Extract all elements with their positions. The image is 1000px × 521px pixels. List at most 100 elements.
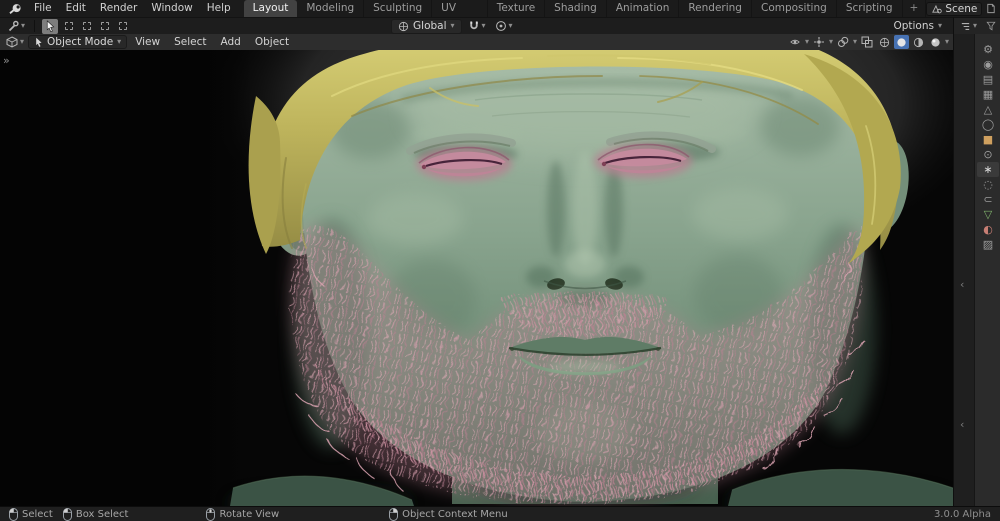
tab-view-layer-icon[interactable]: ▦ [977, 87, 999, 102]
blender-logo-icon[interactable] [4, 0, 27, 17]
chevron-down-icon: ▾ [973, 22, 977, 30]
outliner-tree-icon [960, 21, 971, 32]
workspace-tab-shading[interactable]: Shading [545, 0, 607, 17]
menu-edit[interactable]: Edit [59, 0, 93, 17]
select-box-tool-button[interactable] [42, 19, 58, 34]
viewport-header: ▾ Object Mode ▾ View Select Add Object ▾… [0, 34, 953, 50]
menu-add[interactable]: Add [215, 34, 247, 50]
panel-expand-arrow[interactable]: ‹ [960, 418, 964, 431]
middle-mouse-button-icon [206, 508, 215, 521]
tool-settings-bar: ▾ Global ▾ ▾ ▾ Options ▾ [0, 17, 953, 34]
tool-editor-type-button[interactable]: ▾ [5, 20, 27, 32]
right-panel: ‹ ‹ ⚙ ◉ ▤ ▦ △ ◯ ■ ⊙ ∗ ◌ ⊂ ▽ ◐ ▨ [953, 34, 1000, 506]
tab-material-icon[interactable]: ◐ [977, 222, 999, 237]
keymap-object-context-menu: Object Context Menu [389, 508, 508, 521]
shading-rendered-button[interactable] [928, 35, 943, 49]
left-mouse-button-icon [9, 508, 18, 521]
object-type-visibility-dropdown[interactable] [787, 35, 803, 49]
magnet-icon [468, 20, 480, 32]
workspace-tab-uv-editing[interactable]: UV Editing [432, 0, 488, 17]
tab-particles-icon[interactable]: ∗ [977, 162, 999, 177]
workspace-tab-modeling[interactable]: Modeling [297, 0, 364, 17]
new-scene-icon[interactable] [986, 3, 996, 14]
workspace-tab-texture-paint[interactable]: Texture Paint [488, 0, 545, 17]
show-overlays-toggle[interactable] [835, 35, 851, 49]
outliner-editor-type-button[interactable]: ▾ [958, 21, 979, 32]
toolbar-expand-arrow[interactable]: » [3, 54, 10, 67]
proportional-circle-icon [495, 20, 507, 32]
keymap-label: Box Select [76, 509, 129, 520]
workspace-tab-layout[interactable]: Layout [244, 0, 298, 17]
select-mode-new-icon[interactable] [61, 19, 76, 34]
workspace-tab-rendering[interactable]: Rendering [679, 0, 752, 17]
orientation-globe-icon [398, 21, 409, 32]
menu-object[interactable]: Object [249, 34, 295, 50]
scene-icon [931, 3, 942, 14]
tab-tool-icon[interactable]: ⚙ [977, 42, 999, 57]
select-mode-extend-icon[interactable] [79, 19, 94, 34]
tab-scene-icon[interactable]: △ [977, 102, 999, 117]
add-workspace-button[interactable]: + [903, 0, 927, 17]
mode-label: Object Mode [47, 36, 113, 48]
filter-icon[interactable] [986, 21, 996, 31]
menu-render[interactable]: Render [93, 0, 144, 17]
proportional-editing-toggle[interactable]: ▾ [492, 20, 516, 32]
3d-viewport-icon [6, 36, 18, 48]
shading-solid-button[interactable] [894, 35, 909, 49]
chevron-down-icon: ▾ [117, 38, 121, 46]
right-mouse-button-icon [389, 508, 398, 521]
show-gizmos-toggle[interactable] [811, 35, 827, 49]
outliner-strip[interactable]: ‹ ‹ [954, 34, 975, 506]
keymap-rotate-view: Rotate View [206, 508, 279, 521]
viewport-editor-type-button[interactable]: ▾ [4, 36, 26, 48]
left-mouse-button-icon [63, 508, 72, 521]
workspace-tabs: Layout Modeling Sculpting UV Editing Tex… [244, 0, 927, 17]
blender-window: File Edit Render Window Help Layout Mode… [0, 0, 1000, 521]
tab-output-icon[interactable]: ▤ [977, 72, 999, 87]
tab-constraints-icon[interactable]: ⊂ [977, 192, 999, 207]
workspace-tab-animation[interactable]: Animation [607, 0, 680, 17]
chevron-down-icon: ▾ [853, 38, 857, 46]
properties-tab-column: ⚙ ◉ ▤ ▦ △ ◯ ■ ⊙ ∗ ◌ ⊂ ▽ ◐ ▨ [975, 34, 1000, 506]
viewport-header-right: ▾ ▾ ▾ [787, 35, 949, 49]
menu-help[interactable]: Help [200, 0, 238, 17]
chevron-down-icon: ▾ [805, 38, 809, 46]
object-mode-icon [34, 37, 43, 47]
3d-viewport-canvas[interactable] [0, 34, 953, 506]
keymap-select: Select [9, 508, 53, 521]
scene-selector[interactable]: Scene [926, 2, 982, 16]
workspace-tab-compositing[interactable]: Compositing [752, 0, 837, 17]
tab-object-data-icon[interactable]: ▽ [977, 207, 999, 222]
menu-select[interactable]: Select [168, 34, 212, 50]
chevron-down-icon: ▾ [21, 22, 25, 30]
3d-viewport[interactable]: ▾ Object Mode ▾ View Select Add Object ▾… [0, 34, 953, 506]
tab-modifiers-icon[interactable]: ⊙ [977, 147, 999, 162]
keymap-label: Rotate View [219, 509, 279, 520]
options-dropdown[interactable]: Options ▾ [887, 20, 948, 32]
select-mode-intersect-icon[interactable] [115, 19, 130, 34]
tab-world-icon[interactable]: ◯ [977, 117, 999, 132]
tab-render-icon[interactable]: ◉ [977, 57, 999, 72]
workspace-tab-sculpting[interactable]: Sculpting [364, 0, 432, 17]
tab-object-icon[interactable]: ■ [977, 132, 999, 147]
transform-orientation-dropdown[interactable]: Global ▾ [391, 19, 462, 34]
menu-window[interactable]: Window [144, 0, 199, 17]
options-label: Options [893, 20, 934, 32]
menu-file[interactable]: File [27, 0, 59, 17]
shading-material-preview-button[interactable] [911, 35, 926, 49]
workspace-tab-scripting[interactable]: Scripting [837, 0, 903, 17]
orientation-label: Global [413, 20, 447, 32]
cursor-icon [45, 20, 55, 32]
mode-dropdown[interactable]: Object Mode ▾ [28, 35, 127, 49]
shading-dropdown-chevron[interactable]: ▾ [945, 38, 949, 46]
status-bar: Select Box Select Rotate View Object Con… [0, 506, 1000, 521]
tab-texture-icon[interactable]: ▨ [977, 237, 999, 252]
toggle-xray-button[interactable] [859, 35, 875, 49]
menu-view[interactable]: View [129, 34, 166, 50]
shading-wireframe-button[interactable] [877, 35, 892, 49]
panel-expand-arrow[interactable]: ‹ [960, 278, 964, 291]
tab-physics-icon[interactable]: ◌ [977, 177, 999, 192]
select-mode-subtract-icon[interactable] [97, 19, 112, 34]
snapping-toggle[interactable]: ▾ [465, 20, 489, 32]
chevron-down-icon: ▾ [509, 22, 513, 30]
